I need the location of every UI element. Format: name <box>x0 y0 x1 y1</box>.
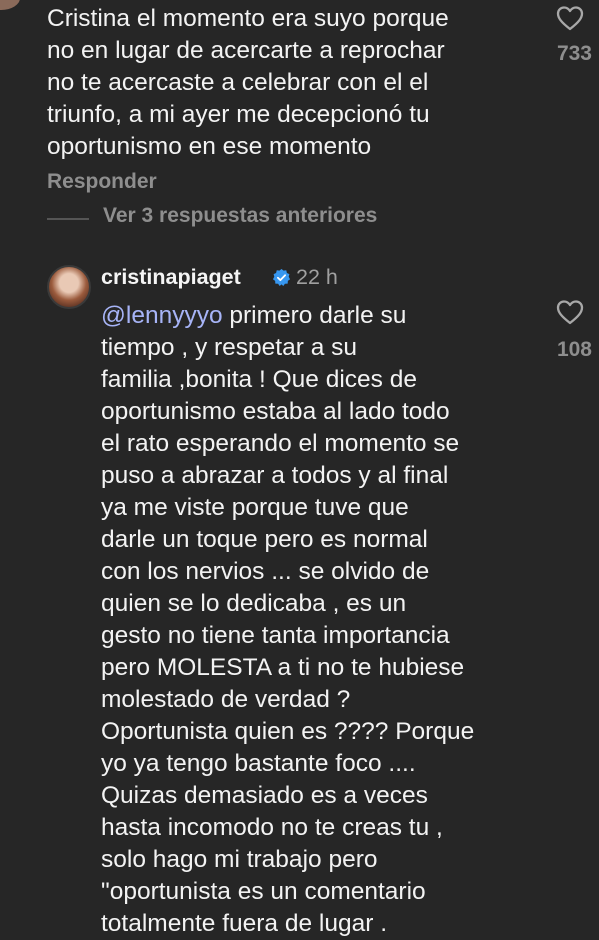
like-count: 108 <box>556 338 592 361</box>
previous-user-avatar[interactable] <box>0 0 20 10</box>
reply-body: primero darle su tiempo , y respetar a s… <box>101 302 475 937</box>
like-count: 733 <box>556 42 592 65</box>
heart-outline-icon[interactable] <box>555 4 585 32</box>
username[interactable]: cristinapiaget <box>101 265 241 290</box>
view-previous-replies-button[interactable]: Ver 3 respuestas anteriores <box>103 204 377 228</box>
heart-outline-icon[interactable] <box>555 298 585 326</box>
mention-link[interactable]: @lennyyyo <box>101 302 223 329</box>
reply-button[interactable]: Responder <box>47 170 157 194</box>
reply-text: @lennyyyo primero darle su tiempo , y re… <box>101 300 551 940</box>
comment-text: Cristina el momento era suyo porque no e… <box>47 5 449 160</box>
verified-badge-icon <box>272 268 291 287</box>
avatar[interactable] <box>47 265 91 309</box>
divider <box>47 218 89 220</box>
timestamp: 22 h <box>296 265 338 289</box>
